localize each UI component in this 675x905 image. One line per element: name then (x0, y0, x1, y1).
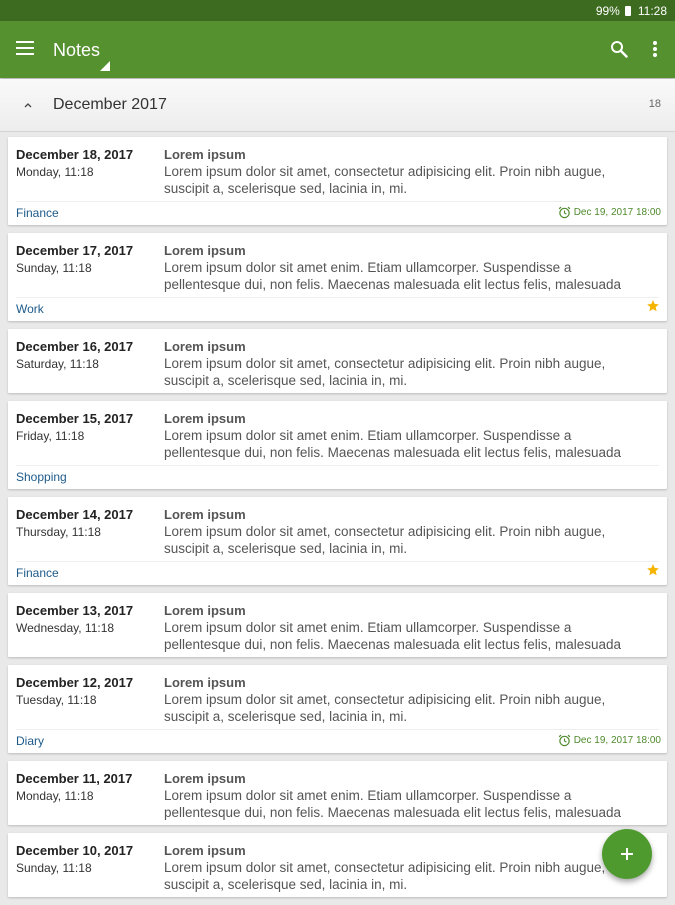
note-card[interactable]: December 13, 2017 Wednesday, 11:18 Lorem i… (8, 593, 667, 657)
note-body: Lorem ipsum dolor sit amet, consectetur … (164, 356, 606, 388)
note-category[interactable]: Work (16, 302, 44, 316)
note-reminder[interactable]: Dec 19, 2017 18:00 (558, 206, 661, 219)
note-date: December 17, 2017 (16, 243, 134, 258)
note-title: Lorem ipsum (164, 411, 246, 426)
note-card[interactable]: December 16, 2017 Saturday, 11:18 Lorem ip… (8, 329, 667, 393)
note-date: December 10, 2017 (16, 843, 134, 858)
alarm-icon (558, 206, 570, 219)
note-card[interactable]: December 12, 2017 Tuesday, 11:18 Lorem ips… (8, 665, 667, 753)
star-icon[interactable] (646, 563, 660, 577)
note-title: Lorem ipsum (164, 603, 246, 618)
note-date: December 12, 2017 (16, 675, 134, 690)
note-day-time: Sunday, 11:18 (16, 261, 92, 275)
divider (16, 297, 659, 298)
note-title: Lorem ipsum (164, 843, 246, 858)
note-card[interactable]: December 17, 2017 Sunday, 11:18 Lorem ipsu… (8, 233, 667, 321)
app-title[interactable]: Notes (53, 40, 100, 61)
note-day-time: Wednesday, 11:18 (16, 621, 115, 635)
note-date: December 15, 2017 (16, 411, 134, 426)
battery-icon (624, 5, 631, 16)
divider (16, 201, 659, 202)
note-day-time: Thursday, 11:18 (16, 525, 101, 539)
note-date: December 11, 2017 (16, 771, 133, 786)
chevron-up-icon[interactable] (22, 99, 34, 111)
note-card[interactable]: December 18, 2017 Monday, 11:18 Lorem ipsu… (8, 137, 667, 225)
note-body: Lorem ipsum dolor sit amet, consectetur … (164, 692, 606, 724)
divider (16, 561, 659, 562)
more-vert-icon[interactable] (646, 39, 664, 59)
note-category[interactable]: Finance (16, 566, 59, 580)
note-date: December 16, 2017 (16, 339, 134, 354)
note-day-time: Saturday, 11:18 (16, 357, 99, 371)
note-list: December 18, 2017 Monday, 11:18 Lorem ipsu… (0, 137, 675, 905)
note-day-time: Friday, 11:18 (16, 429, 85, 443)
battery-level: 99% (595, 3, 620, 18)
note-body: Lorem ipsum dolor sit amet, consectetur … (164, 524, 606, 556)
note-title: Lorem ipsum (164, 771, 246, 786)
note-title: Lorem ipsum (164, 147, 246, 162)
clock: 11:28 (637, 3, 667, 18)
note-title: Lorem ipsum (164, 243, 246, 258)
note-body: Lorem ipsum dolor sit amet, consectetur … (164, 164, 606, 196)
note-category[interactable]: Shopping (16, 470, 67, 484)
note-card[interactable]: December 11, 2017 Monday, 11:18 Lorem ipsu… (8, 761, 667, 825)
month-label: December 2017 (53, 96, 167, 113)
note-category[interactable]: Finance (16, 206, 59, 220)
note-reminder[interactable]: Dec 19, 2017 18:00 (558, 734, 661, 747)
note-day-time: Monday, 11:18 (16, 789, 94, 803)
note-card[interactable]: December 15, 2017 Friday, 11:18 Lorem ipsu… (8, 401, 667, 489)
reminder-text: Dec 19, 2017 18:00 (573, 207, 661, 218)
note-day-time: Monday, 11:18 (16, 165, 94, 179)
note-body: Lorem ipsum dolor sit amet enim. Etiam u… (164, 788, 622, 820)
reminder-text: Dec 19, 2017 18:00 (573, 735, 661, 746)
note-date: December 18, 2017 (16, 147, 134, 162)
star-icon[interactable] (646, 299, 660, 313)
app-bar: Notes (0, 21, 675, 78)
note-body: Lorem ipsum dolor sit amet enim. Etiam u… (164, 428, 622, 460)
note-count: 18 (648, 98, 661, 110)
status-bar: 99% 11:28 (0, 0, 675, 21)
note-body: Lorem ipsum dolor sit amet enim. Etiam u… (164, 260, 622, 292)
note-day-time: Tuesday, 11:18 (16, 693, 97, 707)
note-card[interactable]: December 10, 2017 Sunday, 11:18 Lorem ipsu… (8, 833, 667, 897)
dropdown-caret-icon[interactable] (100, 61, 110, 71)
add-note-button[interactable] (602, 829, 652, 879)
divider (16, 729, 659, 730)
note-day-time: Sunday, 11:18 (16, 861, 92, 875)
note-body: Lorem ipsum dolor sit amet enim. Etiam u… (164, 620, 622, 652)
note-card[interactable]: December 14, 2017 Thursday, 11:18 Lorem ip… (8, 497, 667, 585)
divider (16, 465, 659, 466)
plus-icon (621, 848, 633, 860)
note-date: December 14, 2017 (16, 507, 134, 522)
note-title: Lorem ipsum (164, 507, 246, 522)
alarm-icon (558, 734, 570, 747)
note-date: December 13, 2017 (16, 603, 134, 618)
note-body: Lorem ipsum dolor sit amet, consectetur … (164, 860, 606, 892)
month-group-header[interactable]: December 2017 18 (0, 79, 675, 132)
search-icon[interactable] (610, 40, 628, 58)
note-title: Lorem ipsum (164, 675, 246, 690)
menu-icon[interactable] (16, 41, 34, 55)
note-title: Lorem ipsum (164, 339, 246, 354)
note-category[interactable]: Diary (16, 734, 44, 748)
